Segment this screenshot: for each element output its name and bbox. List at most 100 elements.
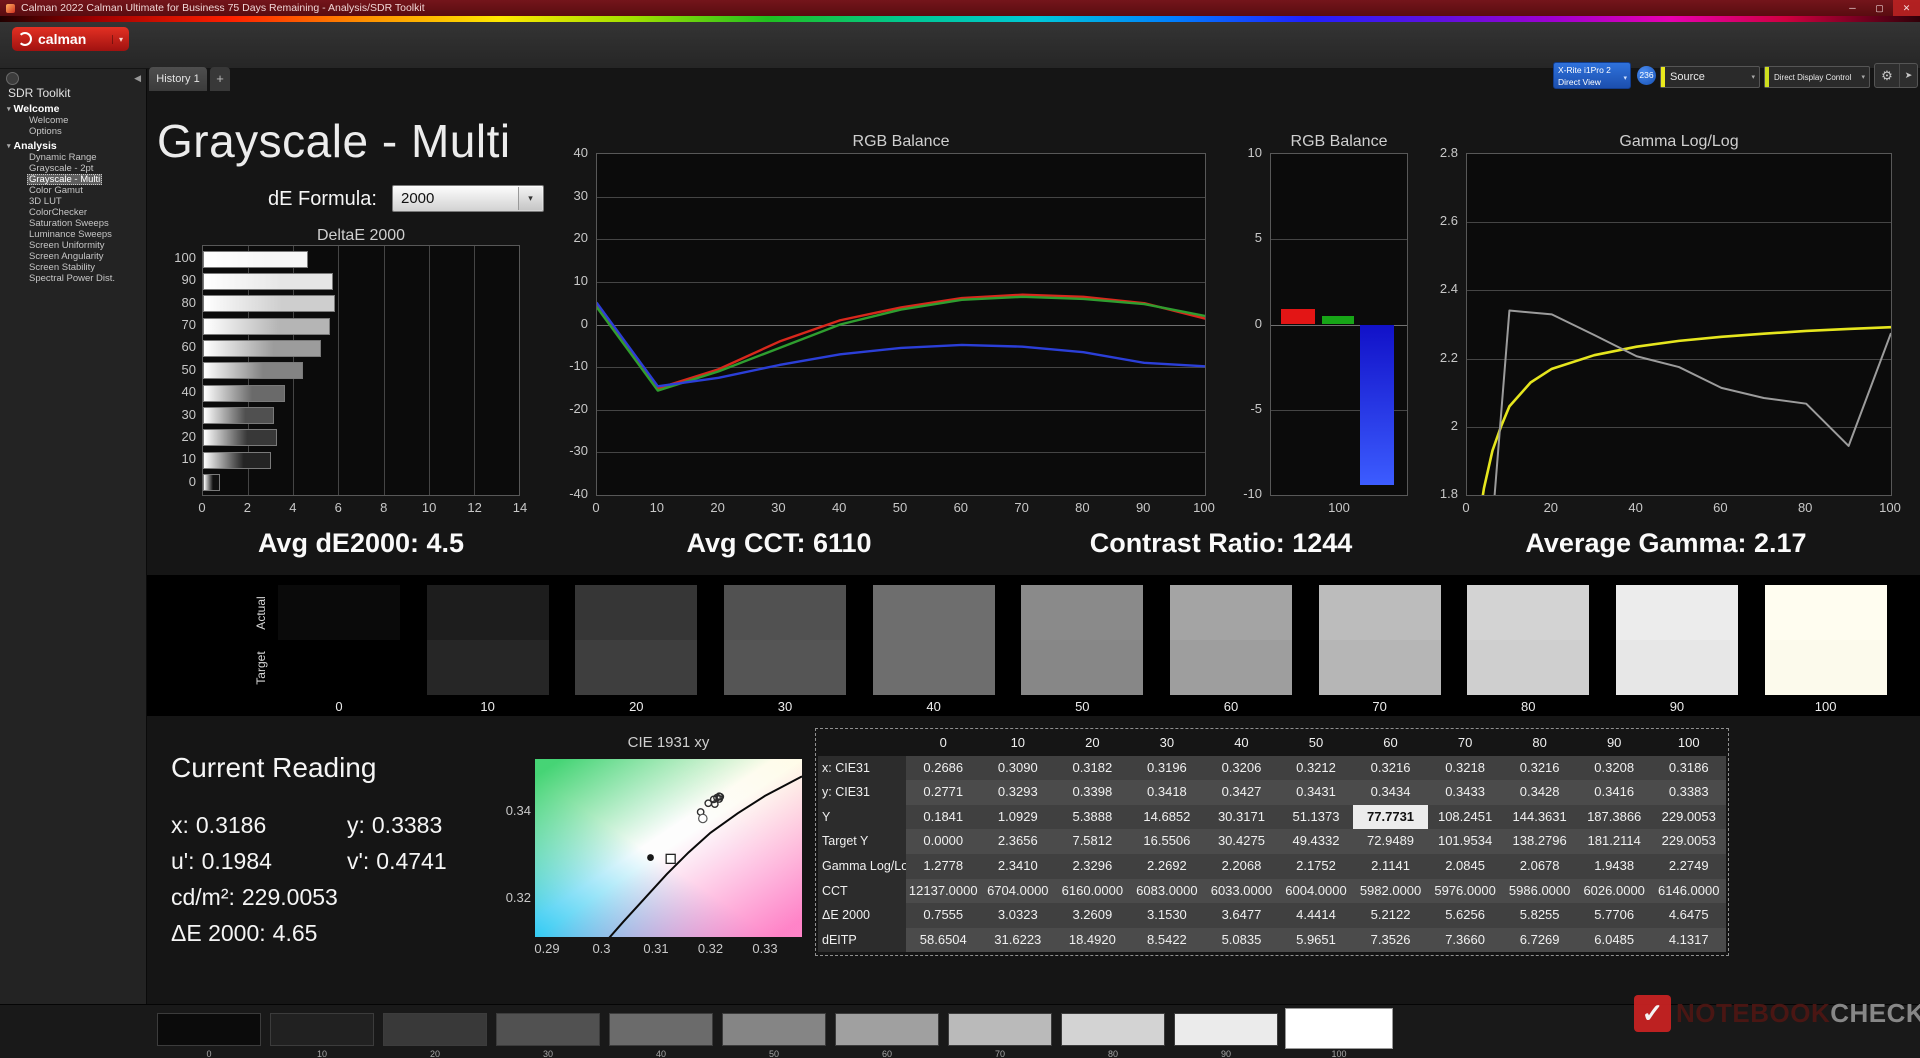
pattern-swatch-0[interactable]	[157, 1013, 261, 1046]
axis-tick-label: 60	[181, 339, 196, 355]
target-swatch	[278, 640, 400, 695]
sidebar-item-screen-angularity[interactable]: Screen Angularity	[0, 251, 146, 262]
axis-tick-label: -5	[1250, 400, 1262, 416]
app-icon	[6, 3, 15, 13]
column-header: 60	[1383, 735, 1398, 750]
chevron-down-icon: ▾	[518, 187, 542, 210]
notebookcheck-logo-icon: ✓	[1634, 995, 1671, 1032]
reading-de2000: ΔE 2000: 4.65	[171, 920, 317, 947]
table-cell: 5976.0000	[1427, 878, 1503, 904]
tree-section-label: Analysis	[13, 140, 57, 152]
target-row-label: Target	[254, 651, 268, 685]
grayscale-level-label: 60	[1223, 699, 1239, 714]
sidebar-item-options[interactable]: Options	[0, 126, 146, 137]
meter-button[interactable]: X-Rite i1Pro 2 Direct View ▾	[1553, 62, 1631, 89]
table-cell: 0.3208	[1576, 755, 1652, 781]
settings-gear-button[interactable]: ⚙	[1875, 64, 1899, 87]
sidebar-item-saturation-sweeps[interactable]: Saturation Sweeps	[0, 218, 146, 229]
sidebar-item-dynamic-range[interactable]: Dynamic Range	[0, 152, 146, 163]
contrast-ratio-stat: Contrast Ratio: 1244	[1089, 528, 1353, 558]
calman-menu-button[interactable]: calman ▾	[12, 27, 129, 51]
sidebar-item-screen-uniformity[interactable]: Screen Uniformity	[0, 240, 146, 251]
table-cell: 2.1752	[1278, 853, 1354, 879]
table-cell: 49.4332	[1278, 829, 1354, 854]
axis-tick-label: 80	[1075, 500, 1090, 515]
table-cell: 5982.0000	[1353, 878, 1428, 904]
minimize-button[interactable]: ─	[1839, 0, 1866, 16]
sidebar-item-grayscale-multi[interactable]: Grayscale - Multi	[0, 174, 146, 185]
notebookcheck-wordmark: NOTEBOOKCHECK	[1676, 998, 1920, 1029]
sidebar-item-3d-lut[interactable]: 3D LUT	[0, 196, 146, 207]
axis-tick-label: 0	[1462, 500, 1470, 515]
pattern-level-label: 0	[206, 1049, 212, 1058]
sidebar-collapse-arrow-icon[interactable]: ◀	[134, 73, 141, 84]
sidebar-item-spectral-power-dist[interactable]: Spectral Power Dist.	[0, 273, 146, 284]
pattern-swatch-20[interactable]	[383, 1013, 487, 1046]
grayscale-swatch	[872, 585, 995, 695]
source-dropdown[interactable]: Source ▾	[1660, 66, 1760, 88]
table-cell: 108.2451	[1427, 804, 1503, 830]
table-cell: 2.2749	[1651, 853, 1726, 879]
tree-section-analysis[interactable]: ▾ Analysis	[0, 140, 146, 152]
sidebar-item-welcome[interactable]: Welcome	[0, 115, 146, 126]
display-control-dropdown[interactable]: Direct Display Control ▾	[1764, 66, 1870, 88]
table-cell: 0.3434	[1353, 780, 1428, 805]
maximize-button[interactable]: ▢	[1866, 0, 1893, 16]
pattern-swatch-80[interactable]	[1061, 1013, 1165, 1046]
grayscale-swatch	[1021, 585, 1144, 695]
table-cell: 0.3182	[1055, 755, 1130, 781]
table-row: y: CIE31 0.2771 0.3293 0.3398 0.3418 0.3427 0.…	[818, 780, 1726, 805]
pattern-swatch-10[interactable]	[270, 1013, 374, 1046]
sidebar-item-colorchecker[interactable]: ColorChecker	[0, 207, 146, 218]
close-button[interactable]: ✕	[1893, 0, 1920, 16]
watermark-text-notebook: NOTEBOOK	[1676, 998, 1831, 1028]
actual-swatch	[426, 585, 549, 640]
table-cell: 0.3196	[1129, 755, 1205, 781]
pattern-swatch-70[interactable]	[948, 1013, 1052, 1046]
column-header: 30	[1159, 735, 1175, 750]
add-tab-button[interactable]: +	[210, 67, 230, 91]
deltae-bar	[203, 474, 221, 492]
sidebar-round-button[interactable]	[6, 72, 19, 85]
de-formula-value: 2000	[401, 190, 435, 207]
column-header: 10	[1010, 735, 1026, 750]
table-cell: 3.0323	[980, 903, 1056, 928]
reading-value: 4.65	[272, 920, 318, 946]
table-row: ΔE 2000 0.7555 3.0323 3.2609 3.1530 3.6477 4.4…	[818, 903, 1726, 928]
pattern-swatch-90[interactable]	[1174, 1013, 1278, 1046]
pattern-swatch-30[interactable]	[496, 1013, 600, 1046]
target-swatch	[1615, 640, 1738, 695]
calman-logo-text: calman	[38, 31, 87, 47]
sidebar-item-screen-stability[interactable]: Screen Stability	[0, 262, 146, 273]
pattern-swatch-100[interactable]	[1285, 1008, 1393, 1049]
axis-tick-label: 20	[710, 500, 725, 515]
pattern-swatch-60[interactable]	[835, 1013, 939, 1046]
table-cell: 0.3433	[1427, 780, 1503, 805]
table-cell: 2.3296	[1055, 853, 1130, 879]
table-cell: 6004.0000	[1278, 878, 1354, 904]
sidebar-item-luminance-sweeps[interactable]: Luminance Sweeps	[0, 229, 146, 240]
table-cell: 16.5506	[1129, 829, 1205, 854]
pattern-level-label: 40	[655, 1049, 666, 1058]
table-cell: 144.3631	[1502, 804, 1577, 830]
gridline	[428, 246, 430, 495]
advance-arrow-button[interactable]: ➤	[1899, 64, 1917, 87]
actual-swatch	[575, 585, 698, 640]
pattern-swatch-40[interactable]	[609, 1013, 713, 1046]
deltae-bar	[203, 295, 335, 313]
grayscale-level-label: 70	[1372, 699, 1387, 714]
axis-tick-label: 2	[243, 500, 252, 515]
axis-tick-label: 90	[181, 272, 196, 288]
tab-history-1[interactable]: History 1	[149, 67, 207, 91]
sidebar-item-color-gamut[interactable]: Color Gamut	[0, 185, 146, 196]
actual-swatch	[1318, 585, 1441, 640]
de-formula-dropdown[interactable]: 2000 ▾	[392, 185, 544, 212]
sidebar-item-grayscale-2pt[interactable]: Grayscale - 2pt	[0, 163, 146, 174]
table-row: Target Y 0.0000 2.3656 7.5812 16.5506 30.4275…	[818, 829, 1726, 854]
tree-section-welcome[interactable]: ▾ Welcome	[0, 103, 146, 115]
chart-canvas	[597, 293, 1205, 392]
axis-tick-label: 30	[771, 500, 786, 515]
table-cell: 2.2068	[1204, 853, 1279, 879]
pattern-swatch-50[interactable]	[722, 1013, 826, 1046]
axis-tick-label: 0.3	[592, 941, 611, 956]
